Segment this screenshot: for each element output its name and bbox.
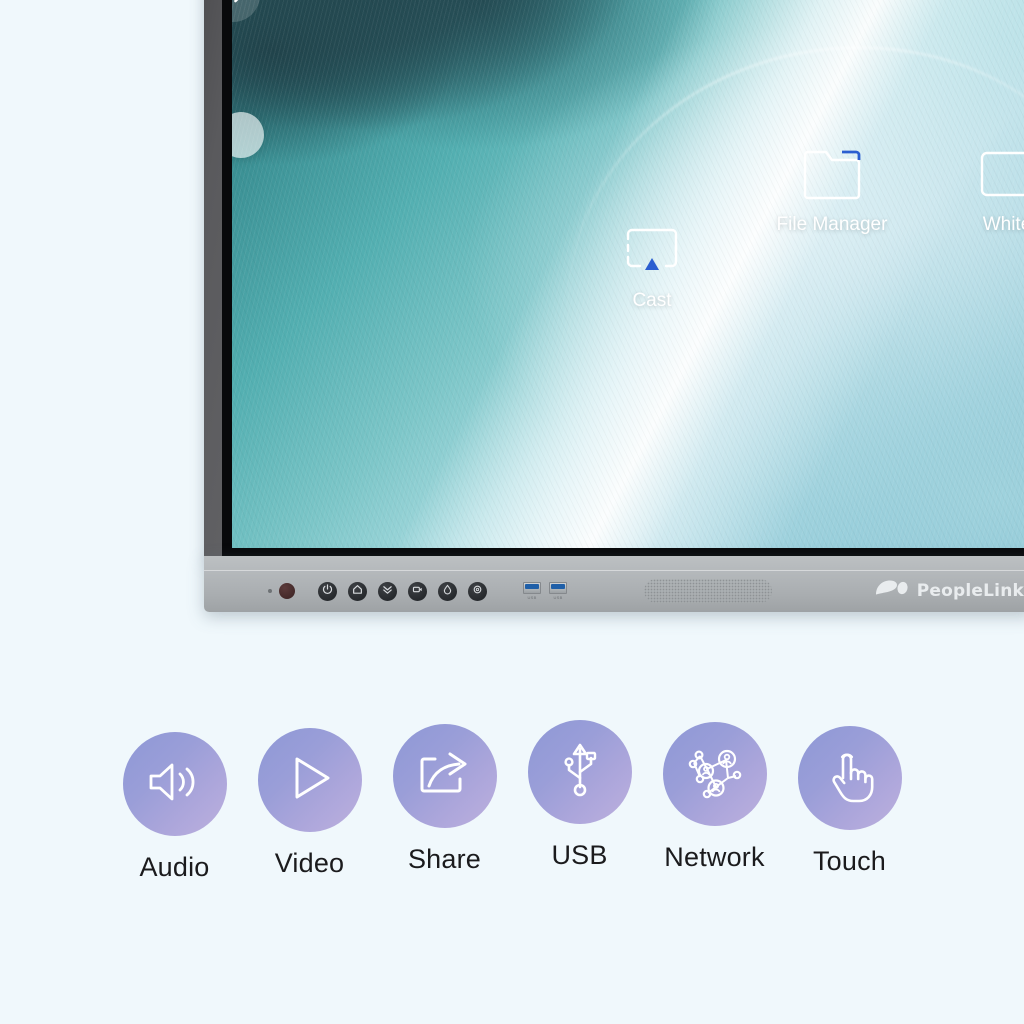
usb-port[interactable]: USB bbox=[523, 582, 541, 600]
feature-video[interactable]: Video bbox=[242, 728, 377, 879]
desktop-icon-label: White bbox=[982, 214, 1024, 235]
feature-icon-circle bbox=[122, 732, 227, 836]
feature-icon-circle bbox=[797, 726, 902, 830]
home-icon bbox=[352, 582, 363, 600]
feature-share[interactable]: Share bbox=[377, 724, 512, 875]
ir-receiver-lens bbox=[279, 583, 295, 599]
speaker-wave-icon bbox=[147, 757, 203, 812]
desktop-icon-whiteboard[interactable]: White bbox=[932, 136, 1024, 236]
touch-hand-icon bbox=[825, 748, 875, 809]
whiteboard-icon bbox=[979, 136, 1024, 200]
double-chevron-down-icon bbox=[382, 582, 393, 600]
feature-label: Audio bbox=[139, 852, 210, 882]
feature-label: Share bbox=[407, 844, 482, 874]
droplet-icon bbox=[442, 582, 453, 600]
usb-port-label: USB bbox=[553, 595, 563, 600]
home-button[interactable] bbox=[348, 581, 367, 601]
feature-usb[interactable]: USB bbox=[512, 720, 647, 871]
display-icon bbox=[412, 582, 423, 600]
usb-port[interactable]: USB bbox=[549, 582, 567, 600]
feature-label: Touch bbox=[812, 846, 887, 876]
brand-name: PeopleLink bbox=[916, 581, 1024, 601]
desktop-icon-label: Cast bbox=[632, 290, 672, 311]
brand-logo: PeopleLink bbox=[875, 579, 1024, 603]
feature-label: Network bbox=[664, 842, 765, 872]
feature-touch[interactable]: Touch bbox=[782, 726, 917, 877]
menu-button[interactable] bbox=[378, 581, 397, 601]
feature-icon-strip: Audio Video Share USB Network Touch bbox=[0, 720, 1024, 883]
input-source-button[interactable] bbox=[408, 581, 427, 601]
feature-icon-circle bbox=[527, 720, 632, 824]
feature-label: Video bbox=[274, 848, 345, 878]
cast-icon bbox=[623, 212, 681, 276]
usb-port-label: USB bbox=[527, 595, 537, 600]
feature-label: USB bbox=[551, 840, 608, 870]
power-icon bbox=[322, 582, 333, 600]
settings-button[interactable] bbox=[468, 581, 487, 601]
feature-network[interactable]: Network bbox=[647, 722, 782, 873]
device-control-panel: USB USB PeopleLink bbox=[204, 556, 1024, 612]
folder-icon bbox=[802, 136, 862, 200]
desktop-icon-cast[interactable]: Cast bbox=[577, 212, 727, 312]
feature-icon-circle bbox=[662, 722, 767, 826]
network-nodes-icon bbox=[686, 744, 744, 805]
peoplelink-swoosh-icon bbox=[875, 579, 909, 603]
desktop-icon-file-manager[interactable]: File Manager bbox=[757, 136, 907, 236]
power-button[interactable] bbox=[318, 581, 337, 601]
share-arrow-icon bbox=[418, 749, 472, 804]
play-triangle-icon bbox=[284, 752, 336, 809]
chevron-right-icon bbox=[232, 0, 246, 8]
display-screen[interactable]: 05:17 05-07 Sat bbox=[232, 0, 1024, 548]
speaker-grille bbox=[644, 579, 772, 603]
gear-icon bbox=[472, 582, 483, 600]
feature-icon-circle bbox=[257, 728, 362, 832]
usb-port-group: USB USB bbox=[523, 582, 567, 600]
indicator-led bbox=[268, 589, 272, 593]
feature-audio[interactable]: Audio bbox=[107, 732, 242, 883]
hardware-button-row bbox=[318, 581, 487, 601]
desktop-icon-label: File Manager bbox=[776, 214, 888, 235]
usb-icon bbox=[558, 742, 602, 803]
freeze-button[interactable] bbox=[438, 581, 457, 601]
feature-icon-circle bbox=[392, 724, 497, 828]
interactive-flat-panel-display: 05:17 05-07 Sat bbox=[204, 0, 1024, 626]
